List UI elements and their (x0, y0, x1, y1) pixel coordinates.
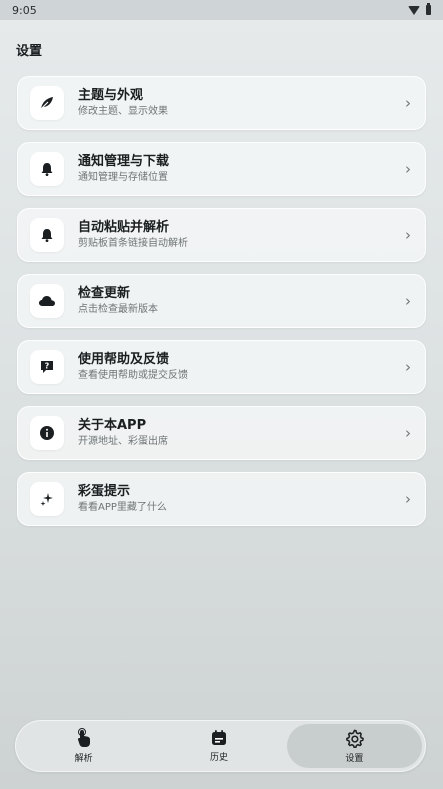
item-subtitle: 通知管理与存储位置 (78, 172, 168, 183)
settings-item-theme[interactable]: 主题与外观 修改主题、显示效果 › (17, 76, 426, 130)
settings-item-notifications[interactable]: 通知管理与下载 通知管理与存储位置 › (17, 142, 426, 196)
settings-item-auto-paste[interactable]: 自动粘贴并解析 剪贴板首条链接自动解析 › (17, 208, 426, 262)
status-bar: 9:05 (0, 0, 443, 20)
gear-icon (345, 729, 364, 748)
chevron-right-icon: › (405, 424, 411, 442)
help-icon: ? (30, 350, 64, 384)
sparkle-icon (30, 482, 64, 516)
item-subtitle: 开源地址、彩蛋出席 (78, 436, 168, 447)
settings-item-help-feedback[interactable]: ? 使用帮助及反馈 查看使用帮助或提交反馈 › (17, 340, 426, 394)
item-subtitle: 看看APP里藏了什么 (78, 502, 167, 513)
item-subtitle: 点击检查最新版本 (78, 304, 158, 315)
battery-icon (426, 3, 431, 15)
leaf-icon (30, 86, 64, 120)
settings-item-check-update[interactable]: 检查更新 点击检查最新版本 › (17, 274, 426, 328)
nav-label: 设置 (345, 753, 364, 764)
status-time: 9:05 (12, 3, 37, 17)
calendar-icon (211, 730, 226, 745)
nav-tab-parse[interactable]: 解析 (16, 721, 151, 771)
item-subtitle: 剪贴板首条链接自动解析 (78, 238, 188, 249)
item-title: 彩蛋提示 (78, 484, 131, 499)
nav-tab-settings[interactable]: 设置 (286, 724, 422, 768)
chevron-right-icon: › (405, 226, 411, 244)
item-title: 通知管理与下载 (78, 154, 170, 169)
bell-icon (30, 218, 64, 252)
svg-text:?: ? (45, 362, 50, 371)
bell-icon (30, 152, 64, 186)
item-title: 主题与外观 (78, 88, 144, 103)
item-title: 关于本APP (78, 418, 147, 433)
info-icon (30, 416, 64, 450)
chevron-right-icon: › (405, 358, 411, 376)
item-subtitle: 修改主题、显示效果 (78, 106, 168, 117)
settings-list: 主题与外观 修改主题、显示效果 › 通知管理与下载 通知管理与存储位置 › 自动… (17, 76, 426, 538)
chevron-right-icon: › (405, 490, 411, 508)
wifi-icon (408, 5, 420, 15)
chevron-right-icon: › (405, 292, 411, 310)
nav-label: 历史 (209, 753, 228, 763)
chevron-right-icon: › (405, 160, 411, 178)
tap-icon (77, 728, 90, 747)
settings-item-about[interactable]: 关于本APP 开源地址、彩蛋出席 › (17, 406, 426, 460)
item-title: 使用帮助及反馈 (78, 352, 170, 367)
nav-tab-history[interactable]: 历史 (151, 721, 286, 771)
cloud-icon (30, 284, 64, 318)
nav-label: 解析 (74, 754, 93, 764)
item-title: 自动粘贴并解析 (78, 220, 170, 235)
page-title: 设置 (16, 44, 43, 59)
item-title: 检查更新 (78, 286, 131, 301)
item-subtitle: 查看使用帮助或提交反馈 (78, 370, 188, 381)
chevron-right-icon: › (405, 94, 411, 112)
bottom-nav: 解析 历史 设置 (15, 720, 426, 772)
settings-item-easter-egg[interactable]: 彩蛋提示 看看APP里藏了什么 › (17, 472, 426, 526)
